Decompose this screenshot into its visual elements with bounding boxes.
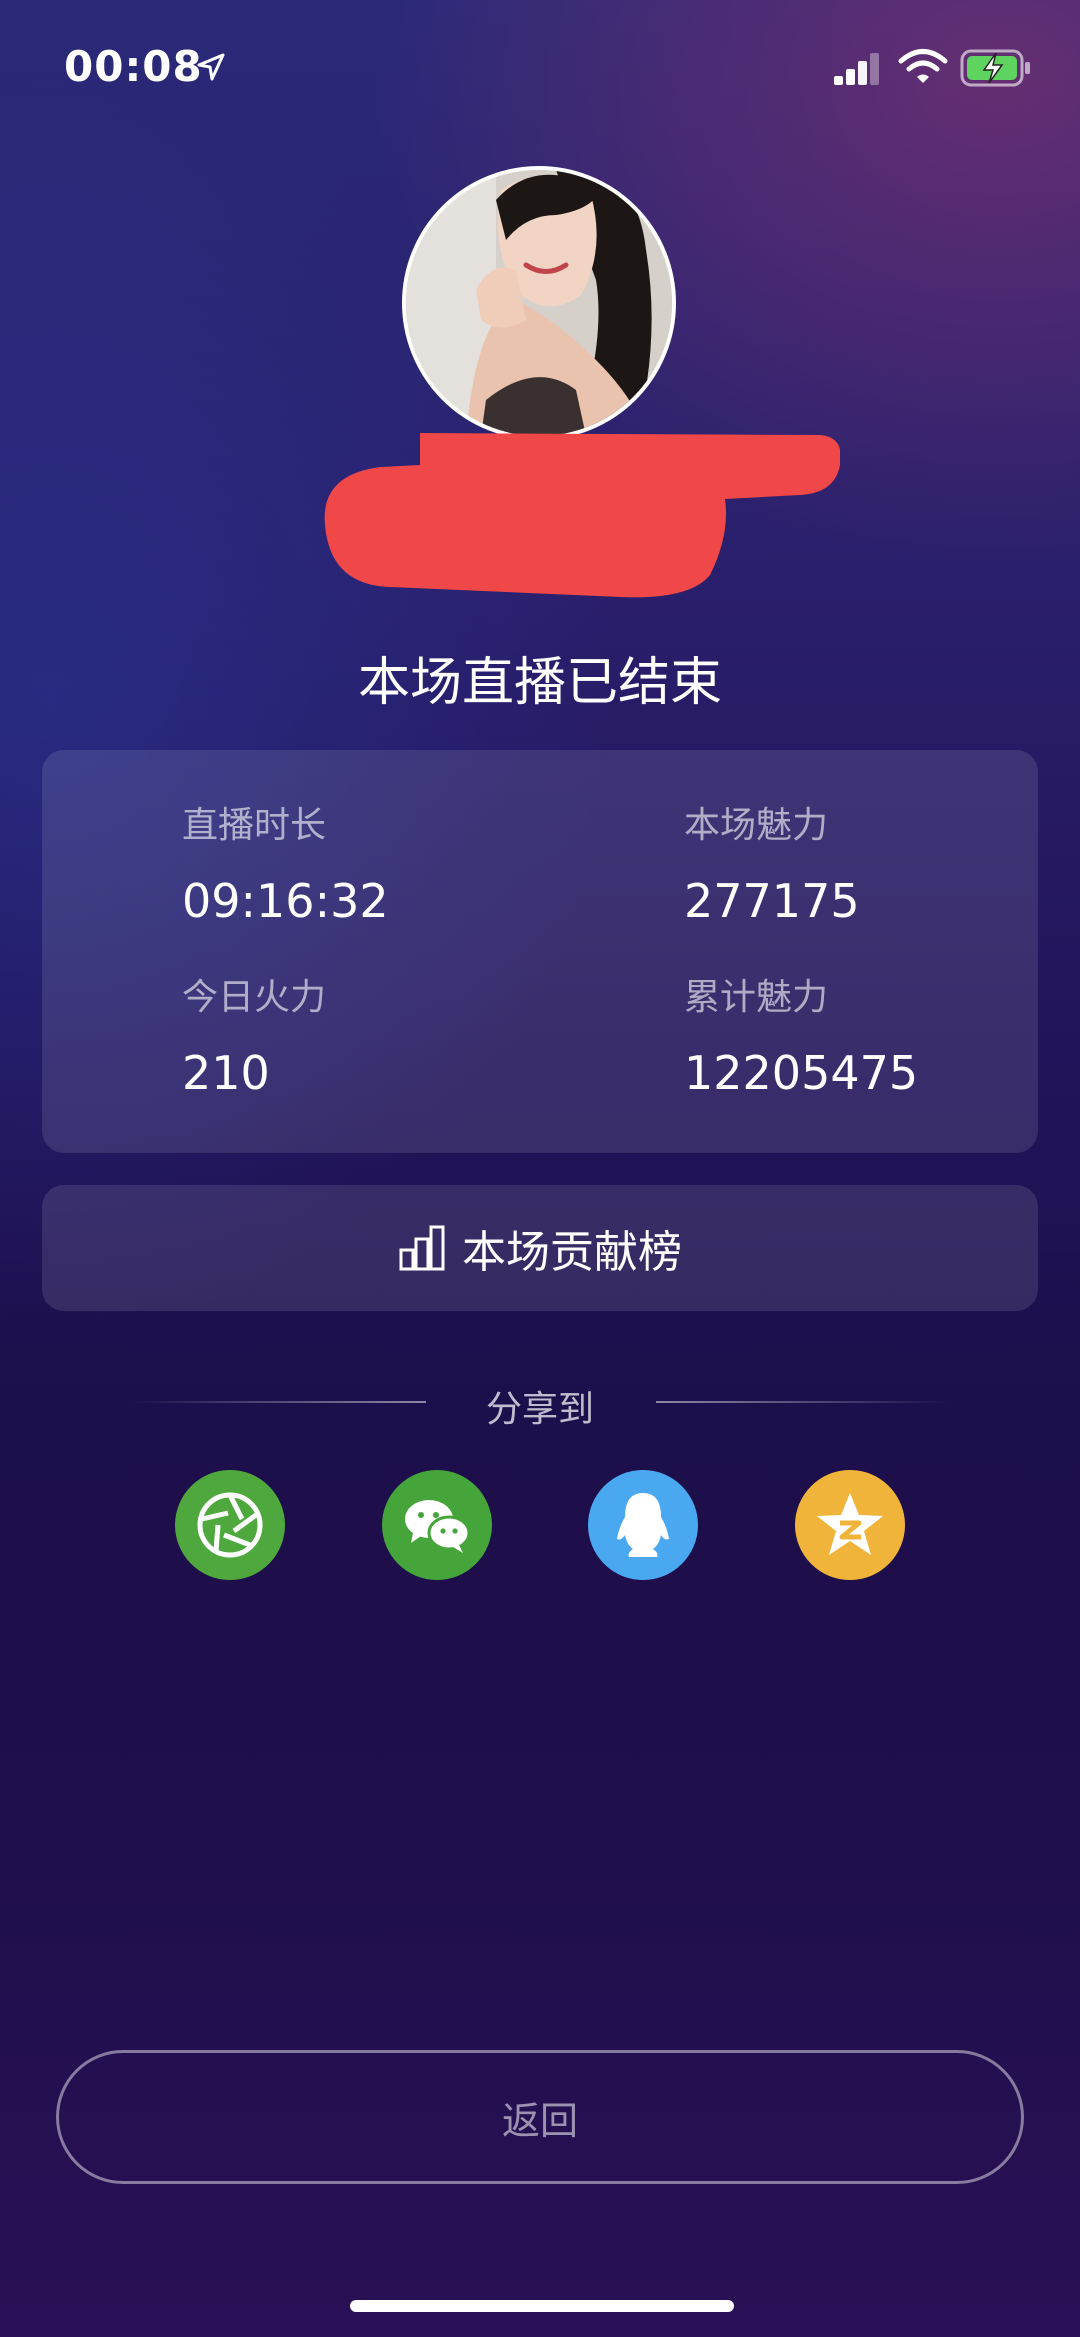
share-qzone-button[interactable] bbox=[795, 1470, 905, 1580]
wifi-icon bbox=[898, 49, 948, 83]
status-time: 00:08 bbox=[64, 42, 203, 91]
bar-chart-icon bbox=[399, 1225, 445, 1271]
duration-value: 09:16:32 bbox=[182, 874, 389, 928]
back-button[interactable]: 返回 bbox=[56, 2050, 1024, 2184]
charm-label: 本场魅力 bbox=[684, 805, 829, 846]
stream-ended-title: 本场直播已结束 bbox=[357, 653, 722, 713]
share-to-label: 分享到 bbox=[485, 1389, 594, 1430]
back-button-label: 返回 bbox=[501, 2098, 578, 2143]
home-indicator[interactable] bbox=[350, 2300, 734, 2312]
contribution-ranking-button[interactable]: 本场贡献榜 bbox=[42, 1185, 1038, 1311]
redacted-username bbox=[324, 433, 840, 598]
fire-value: 210 bbox=[182, 1046, 270, 1100]
cellular-signal-icon bbox=[834, 53, 879, 85]
stats-card: 直播时长 09:16:32 本场魅力 277175 今日火力 210 累计魅力 … bbox=[42, 750, 1038, 1153]
battery-charging-icon bbox=[960, 49, 1030, 87]
contribution-ranking-label: 本场贡献榜 bbox=[462, 1227, 682, 1278]
qzone-star-icon bbox=[817, 1493, 883, 1555]
share-divider-right bbox=[656, 1401, 952, 1403]
duration-label: 直播时长 bbox=[182, 805, 327, 846]
wechat-icon bbox=[405, 1500, 471, 1553]
status-bar: 00:08 bbox=[0, 0, 1080, 130]
location-arrow-icon bbox=[197, 53, 225, 81]
share-wechat-button[interactable] bbox=[382, 1470, 492, 1580]
total-charm-label: 累计魅力 bbox=[684, 977, 829, 1018]
share-moments-button[interactable] bbox=[175, 1470, 285, 1580]
avatar[interactable] bbox=[402, 166, 676, 440]
share-qq-button[interactable] bbox=[588, 1470, 698, 1580]
fire-label: 今日火力 bbox=[182, 977, 327, 1018]
camera-aperture-icon bbox=[197, 1492, 263, 1558]
avatar-photo bbox=[406, 170, 672, 436]
qq-penguin-icon bbox=[617, 1493, 669, 1557]
total-charm-value: 12205475 bbox=[684, 1046, 919, 1100]
charm-value: 277175 bbox=[684, 874, 860, 928]
